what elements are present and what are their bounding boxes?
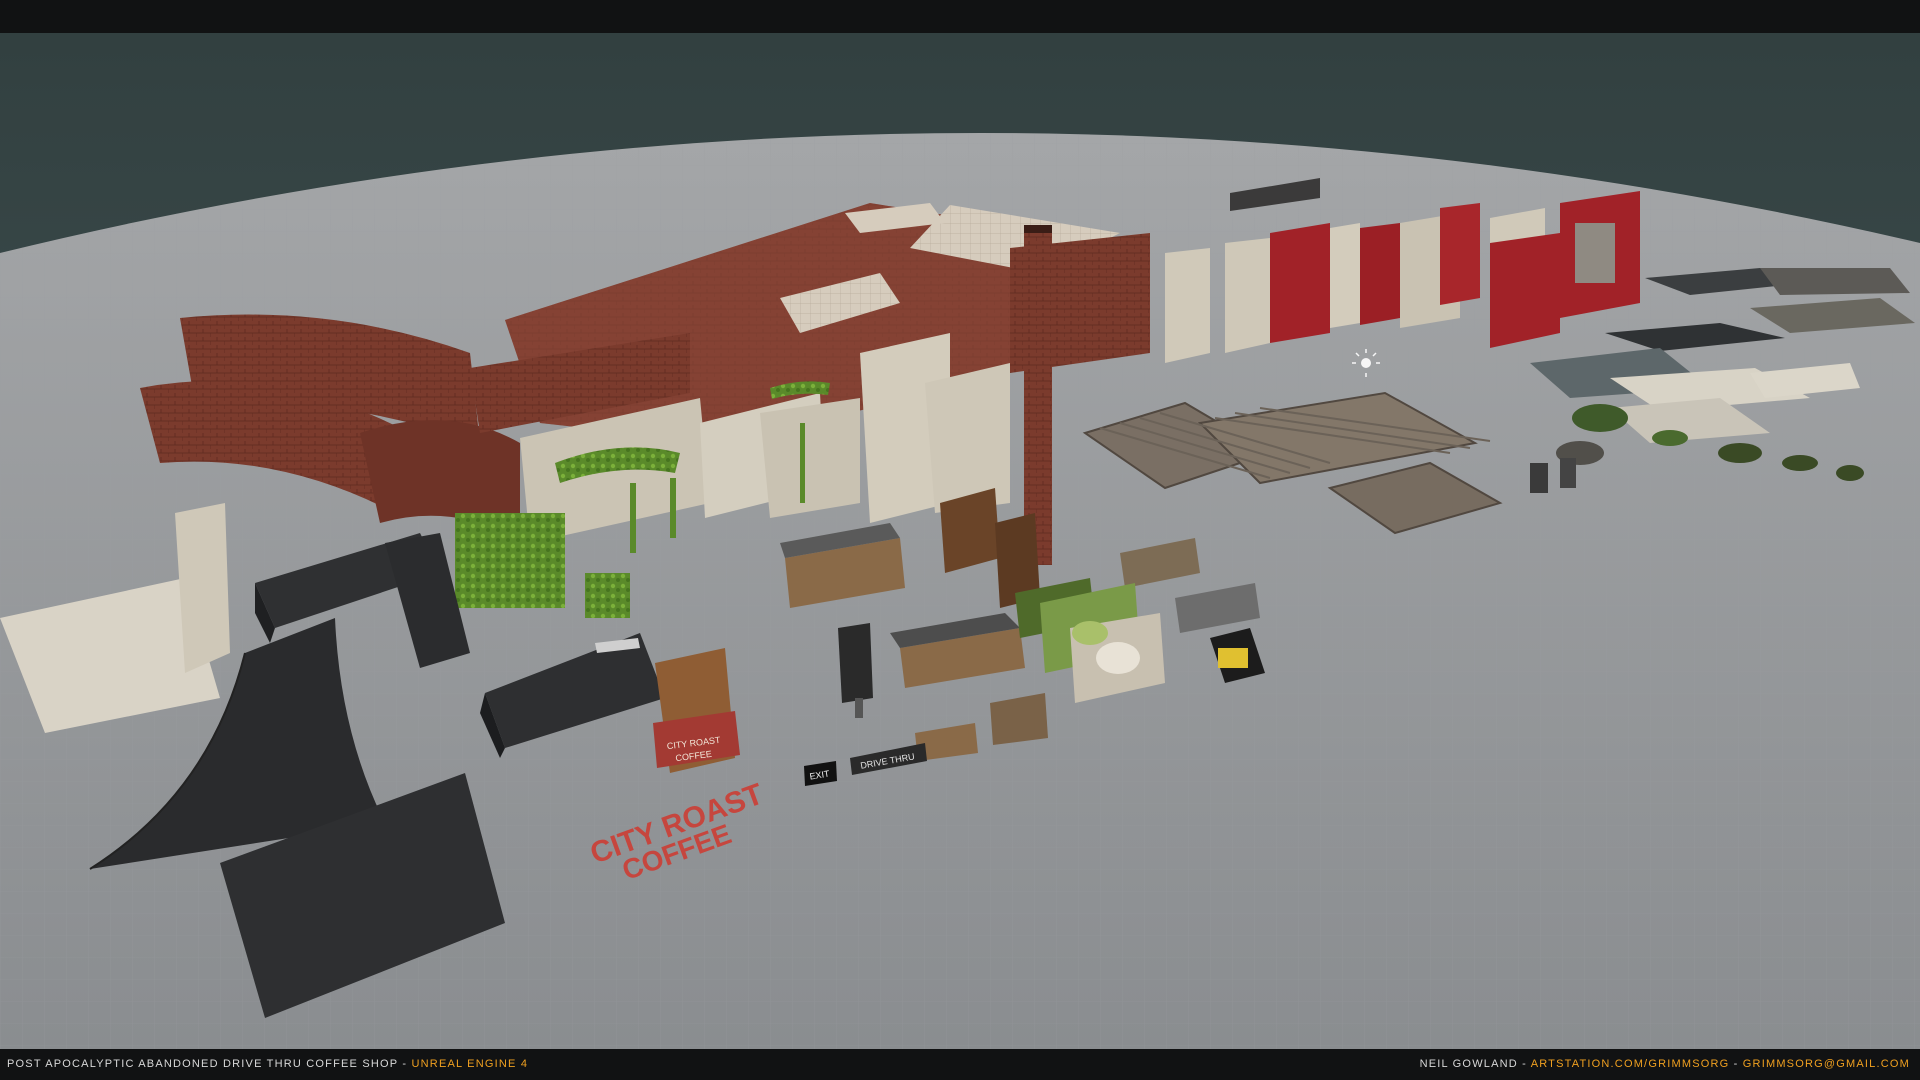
unreal-scene-viewport: CITY ROAST COFFEE CITY ROAST COFFEE EXIT… — [0, 33, 1920, 1049]
contact-email[interactable]: GRIMMSORG@GMAIL.COM — [1743, 1058, 1910, 1070]
caption-separator: - — [398, 1058, 412, 1070]
author-name: NEIL GOWLAND — [1419, 1058, 1518, 1070]
caption-separator-3: - — [1729, 1058, 1743, 1070]
scene-render: CITY ROAST COFFEE CITY ROAST COFFEE EXIT… — [0, 33, 1920, 1049]
letterbox-top — [0, 0, 1920, 33]
caption-left: POST APOCALYPTIC ABANDONED DRIVE THRU CO… — [7, 1058, 528, 1070]
caption-right: NEIL GOWLAND - ARTSTATION.COM/GRIMMSORG … — [1420, 1058, 1910, 1070]
artstation-link[interactable]: ARTSTATION.COM/GRIMMSORG — [1531, 1058, 1730, 1070]
project-title: POST APOCALYPTIC ABANDONED DRIVE THRU CO… — [7, 1058, 399, 1070]
screenshot-frame: CITY ROAST COFFEE CITY ROAST COFFEE EXIT… — [0, 0, 1920, 1080]
engine-name: UNREAL ENGINE 4 — [411, 1058, 529, 1070]
caption-separator-2: - — [1517, 1058, 1531, 1070]
